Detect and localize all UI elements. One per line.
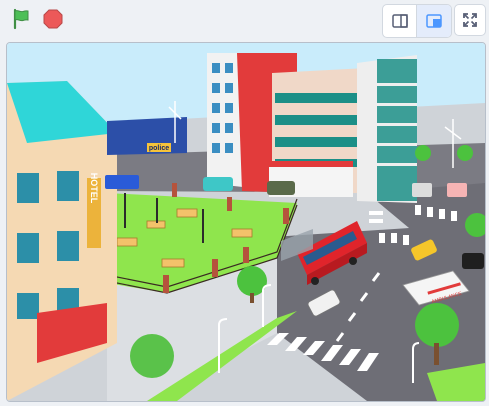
tower-right-glass — [377, 59, 417, 201]
stop-sign-icon — [43, 9, 63, 29]
fullscreen-button[interactable] — [454, 4, 486, 36]
stop-button[interactable] — [40, 6, 66, 32]
hotel-sign: HOTEL — [89, 173, 99, 204]
green-flag-icon — [13, 8, 29, 30]
stage-size-toggle — [382, 4, 452, 38]
stage-canvas[interactable]: HOTEL police AMBULANCE — [6, 42, 486, 402]
green-flag-button[interactable] — [8, 6, 34, 32]
large-stage-button[interactable] — [417, 5, 451, 37]
city-scene: HOTEL police AMBULANCE — [7, 43, 485, 401]
police-sign: police — [149, 145, 169, 152]
stage-header — [0, 0, 489, 40]
fullscreen-icon — [463, 13, 477, 27]
small-stage-button[interactable] — [383, 5, 417, 37]
mall-stripe — [269, 161, 353, 167]
small-stage-icon — [391, 14, 408, 28]
large-stage-icon — [426, 14, 442, 28]
